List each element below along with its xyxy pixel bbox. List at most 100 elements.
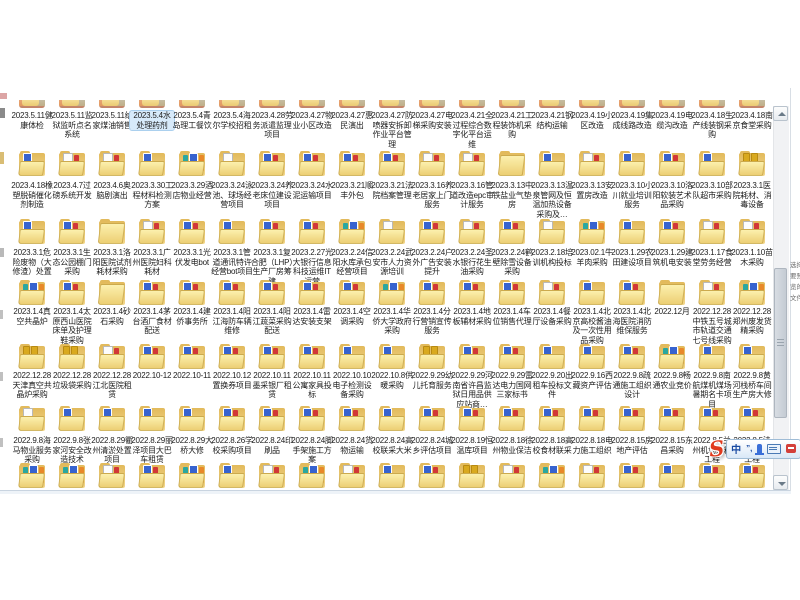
folder-icon[interactable] [178,219,206,245]
folder-icon[interactable] [138,151,166,177]
folder-icon-cut[interactable] [339,100,365,108]
folder-icon[interactable] [538,151,566,177]
sogou-logo-icon[interactable]: S [708,435,726,461]
folder-icon-cut[interactable] [139,100,165,108]
folder-icon[interactable] [658,406,686,432]
folder-icon[interactable] [618,280,646,306]
folder-icon[interactable] [58,219,86,245]
folder-icon-cut[interactable] [179,100,205,108]
ime-punctuation-icon[interactable]: ”, [746,444,752,453]
folder-icon[interactable] [418,151,446,177]
folder-icon[interactable] [498,219,526,245]
folder-icon[interactable] [458,151,486,177]
folder-icon[interactable] [578,219,606,245]
folder-icon[interactable] [18,280,46,306]
folder-icon[interactable] [98,219,126,245]
folder-icon-cut[interactable] [699,100,725,108]
folder-icon[interactable] [618,344,646,370]
folder-icon[interactable] [458,280,486,306]
folder-icon[interactable] [298,219,326,245]
folder-icon[interactable] [178,280,206,306]
folder-icon[interactable] [378,219,406,245]
folder-icon-cut[interactable] [99,100,125,108]
ime-voice-icon[interactable] [757,444,762,453]
folder-icon[interactable] [258,344,286,370]
folder-icon-cut[interactable] [19,100,45,108]
folder-icon[interactable] [538,219,566,245]
folder-icon[interactable] [338,463,366,489]
folder-icon[interactable] [738,463,766,489]
folder-icon[interactable] [618,151,646,177]
folder-icon[interactable] [298,344,326,370]
folder-icon[interactable] [298,280,326,306]
scrollbar-thumb[interactable] [774,268,787,418]
folder-icon[interactable] [218,151,246,177]
folder-icon-cut[interactable] [259,100,285,108]
folder-icon[interactable] [138,280,166,306]
ime-keyboard-icon[interactable] [767,444,781,454]
folder-icon[interactable] [658,463,686,489]
folder-icon[interactable] [258,280,286,306]
folder-icon[interactable] [498,344,526,370]
scrollbar-up-arrow-icon[interactable] [773,106,788,121]
folder-icon[interactable] [658,219,686,245]
folder-icon-cut[interactable] [739,100,765,108]
folder-icon[interactable] [578,151,606,177]
folder-icon[interactable] [298,151,326,177]
folder-icon[interactable] [178,344,206,370]
folder-icon[interactable] [58,280,86,306]
folder-icon-cut[interactable] [499,100,525,108]
folder-icon[interactable] [538,463,566,489]
folder-icon[interactable] [658,151,686,177]
folder-icon[interactable] [98,151,126,177]
folder-icon[interactable] [98,344,126,370]
folder-icon[interactable] [138,344,166,370]
folder-icon[interactable] [578,406,606,432]
folder-icon[interactable] [418,280,446,306]
folder-icon[interactable] [138,219,166,245]
folder-icon[interactable] [98,463,126,489]
folder-icon[interactable] [258,406,286,432]
folder-icon-cut[interactable] [379,100,405,108]
folder-icon[interactable] [738,406,766,432]
folder-icon-cut[interactable] [419,100,445,108]
folder-icon[interactable] [578,463,606,489]
folder-icon-cut[interactable] [459,100,485,108]
folder-icon[interactable] [378,406,406,432]
folder-icon[interactable] [458,463,486,489]
folder-icon[interactable] [338,219,366,245]
folder-icon[interactable] [218,406,246,432]
folder-icon[interactable] [258,219,286,245]
folder-icon[interactable] [738,151,766,177]
folder-icon[interactable] [578,344,606,370]
folder-icon[interactable] [258,151,286,177]
folder-icon[interactable] [578,280,606,306]
folder-icon-cut[interactable] [299,100,325,108]
folder-icon[interactable] [378,151,406,177]
folder-icon[interactable] [58,463,86,489]
folder-icon[interactable] [18,406,46,432]
folder-icon-cut[interactable] [59,100,85,108]
folder-icon[interactable] [698,219,726,245]
folder-icon[interactable] [378,463,406,489]
folder-icon[interactable] [178,406,206,432]
folder-icon-cut[interactable] [539,100,565,108]
folder-icon-cut[interactable] [219,100,245,108]
folder-icon[interactable] [138,463,166,489]
folder-icon[interactable] [498,406,526,432]
folder-icon[interactable] [618,219,646,245]
folder-icon[interactable] [58,344,86,370]
folder-icon[interactable] [698,406,726,432]
folder-icon[interactable] [218,344,246,370]
folder-icon[interactable] [738,344,766,370]
folder-icon[interactable] [498,463,526,489]
folder-icon[interactable] [218,463,246,489]
folder-icon[interactable] [498,151,526,177]
folder-icon[interactable] [418,219,446,245]
scrollbar-down-arrow-icon[interactable] [773,475,788,490]
folder-icon[interactable] [258,463,286,489]
folder-icon[interactable] [418,406,446,432]
folder-icon[interactable] [338,344,366,370]
folder-icon[interactable] [538,406,566,432]
folder-icon[interactable] [698,151,726,177]
